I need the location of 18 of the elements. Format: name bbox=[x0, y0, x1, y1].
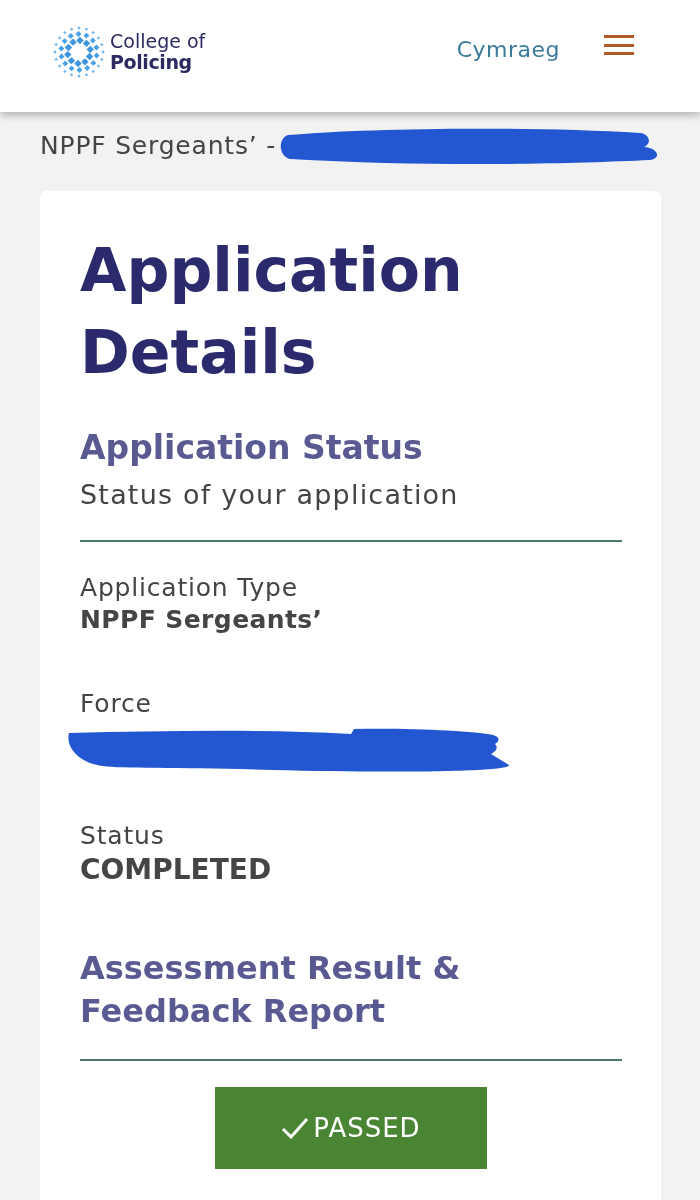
logo-text: College of bbox=[110, 31, 206, 52]
check-icon bbox=[281, 1117, 310, 1139]
page-title: Application Details bbox=[80, 234, 464, 389]
logo-text: Policing bbox=[110, 52, 193, 73]
language-link[interactable]: Cymraeg bbox=[456, 35, 560, 65]
field-value: NPPF Sergeants’ bbox=[80, 604, 323, 636]
breadcrumb-text: NPPF Sergeants’ - bbox=[40, 130, 277, 162]
logo-icon bbox=[52, 25, 106, 79]
menu-button[interactable] bbox=[604, 35, 634, 55]
college-logo[interactable]: College of Policing bbox=[52, 25, 206, 79]
result-button[interactable]: PASSED bbox=[215, 1087, 487, 1169]
section-heading: Assessment Result & Feedback Report bbox=[80, 948, 462, 1032]
field-label: Application Type bbox=[80, 572, 298, 604]
section-subheading: Status of your application bbox=[80, 478, 460, 512]
field-value: COMPLETED bbox=[80, 852, 272, 888]
field-label: Status bbox=[80, 820, 165, 852]
section-heading: Application Status bbox=[80, 428, 424, 468]
field-label: Force bbox=[80, 688, 152, 720]
